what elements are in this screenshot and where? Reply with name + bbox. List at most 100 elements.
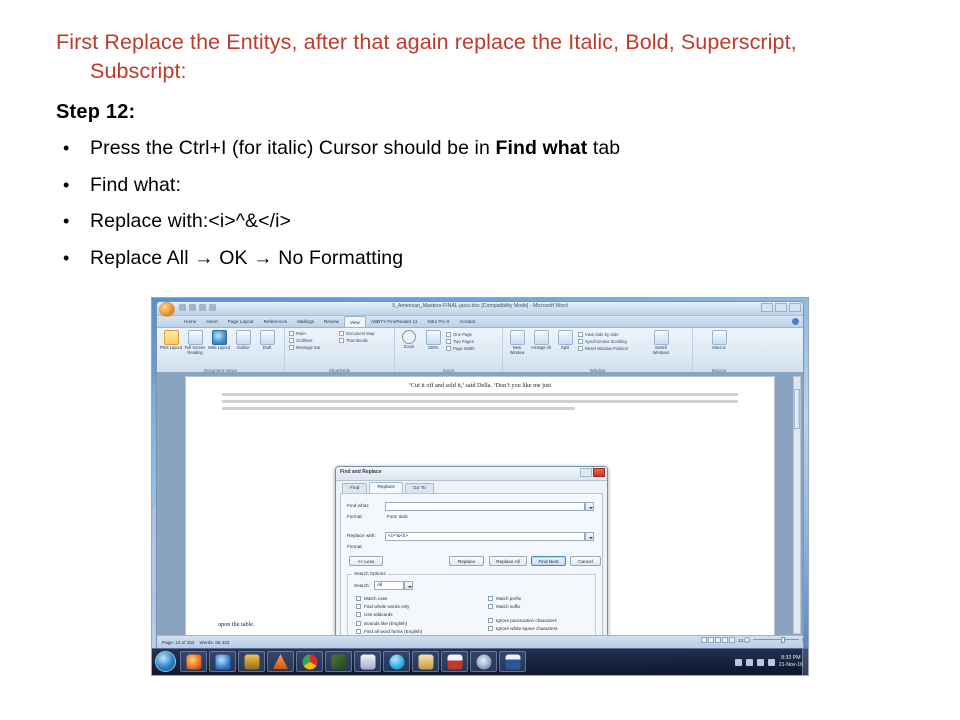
tab-replace[interactable]: Replace (369, 482, 403, 493)
button-full-screen-reading[interactable]: Full Screen Reading (184, 330, 206, 355)
button-one-page[interactable]: One Page (446, 332, 475, 337)
button-macros[interactable]: Macros (708, 330, 730, 351)
checkbox-match-case[interactable]: Match case (356, 596, 422, 601)
tab-insert[interactable]: Insert (201, 316, 223, 327)
start-button-icon[interactable] (155, 651, 176, 672)
search-select[interactable]: All (373, 581, 404, 590)
ignore-white-space-checkbox-icon[interactable] (488, 626, 493, 632)
thumbnails-checkbox-icon[interactable] (339, 338, 344, 343)
restore-icon[interactable] (775, 303, 787, 312)
match-prefix-checkbox-icon[interactable] (488, 596, 493, 601)
help-icon[interactable] (792, 318, 799, 325)
tray-usb-icon[interactable] (745, 658, 753, 666)
tab-acrobat[interactable]: Acrobat (454, 316, 480, 327)
tray-network-icon[interactable] (756, 658, 764, 666)
taskbar-acrobat-reader-icon[interactable] (441, 651, 468, 672)
taskbar-word-icon[interactable] (499, 651, 526, 672)
button-reset-window-position[interactable]: Reset Window Position (578, 346, 648, 351)
checkbox-message-bar[interactable]: Message Bar (289, 345, 321, 350)
taskbar-vlc-icon[interactable] (267, 651, 294, 672)
dialog-window-controls[interactable] (580, 468, 605, 477)
replace-button[interactable]: Replace (449, 556, 484, 566)
taskbar-skype-icon[interactable] (383, 651, 410, 672)
use-wildcards-checkbox-icon[interactable] (356, 612, 361, 618)
outline-view-icon[interactable] (722, 637, 729, 643)
button-two-pages[interactable]: Two Pages (446, 339, 475, 344)
taskbar-game-icon[interactable] (325, 651, 352, 672)
less-button[interactable]: << Less (349, 556, 383, 566)
tab-review[interactable]: Review (319, 316, 344, 327)
taskbar-notepad-icon[interactable] (354, 651, 381, 672)
taskbar-photo-viewer-icon[interactable] (412, 651, 439, 672)
checkbox-match-suffix[interactable]: Match suffix (488, 604, 558, 610)
cancel-button[interactable]: Cancel (570, 556, 601, 566)
find-what-dropdown-icon[interactable] (585, 502, 594, 511)
tab-nitro-pro[interactable]: Nitro Pro 8 (422, 316, 454, 327)
message-bar-checkbox-icon[interactable] (289, 345, 294, 350)
checkbox-find-all-word-forms[interactable]: Find all word forms (English) (356, 628, 422, 634)
button-synchronous-scrolling[interactable]: Synchronous Scrolling (578, 339, 648, 344)
show-desktop-button[interactable] (802, 649, 808, 675)
checkbox-document-map[interactable]: Document Map (339, 331, 374, 336)
checkbox-ignore-punctuation[interactable]: Ignore punctuation characters (488, 618, 558, 624)
button-outline[interactable]: Outline (232, 330, 254, 355)
zoom-in-icon[interactable]: + (802, 637, 803, 643)
replace-all-button[interactable]: Replace All (489, 556, 527, 566)
checkbox-sounds-like[interactable]: Sounds like (English) (356, 620, 422, 626)
web-layout-view-icon[interactable] (715, 637, 722, 643)
button-arrange-all[interactable]: Arrange All (530, 330, 552, 355)
button-page-width[interactable]: Page Width (446, 346, 475, 351)
zoom-slider-knob[interactable] (781, 637, 785, 643)
button-new-window[interactable]: New Window (506, 330, 528, 355)
window-controls[interactable] (761, 303, 801, 312)
button-split[interactable]: Split (554, 330, 576, 355)
button-draft[interactable]: Draft (256, 330, 278, 355)
taskbar-chrome-icon[interactable] (296, 651, 323, 672)
dialog-help-icon[interactable] (580, 468, 592, 477)
print-layout-view-icon[interactable] (701, 637, 708, 643)
checkbox-ruler[interactable]: Ruler (289, 331, 321, 336)
checkbox-ignore-white-space[interactable]: Ignore white-space characters (488, 626, 558, 632)
office-button-icon[interactable] (159, 302, 175, 317)
taskbar-internet-explorer-icon[interactable] (209, 651, 236, 672)
ruler-checkbox-icon[interactable] (289, 331, 294, 336)
tab-page-layout[interactable]: Page Layout (223, 316, 259, 327)
find-whole-words-only-checkbox-icon[interactable] (356, 604, 361, 610)
tray-show-hidden-icon[interactable] (734, 658, 742, 666)
find-what-input[interactable] (385, 502, 585, 511)
draft-view-icon[interactable] (729, 637, 736, 643)
view-buttons[interactable] (701, 637, 736, 643)
find-next-button[interactable]: Find Next (531, 556, 566, 566)
close-icon[interactable] (789, 303, 801, 312)
button-view-side-by-side[interactable]: View Side by Side (578, 332, 648, 337)
document-map-checkbox-icon[interactable] (339, 331, 344, 336)
tray-volume-icon[interactable] (767, 658, 775, 666)
checkbox-gridlines[interactable]: Gridlines (289, 338, 321, 343)
checkbox-match-prefix[interactable]: Match prefix (488, 596, 558, 601)
button-switch-windows[interactable]: Switch Windows (650, 330, 672, 355)
gridlines-checkbox-icon[interactable] (289, 338, 294, 343)
ignore-punctuation-checkbox-icon[interactable] (488, 618, 493, 624)
sounds-like-checkbox-icon[interactable] (356, 620, 361, 626)
scrollbar-thumb[interactable] (794, 389, 800, 429)
full-screen-view-icon[interactable] (708, 637, 715, 643)
tab-references[interactable]: References (259, 316, 293, 327)
match-suffix-checkbox-icon[interactable] (488, 604, 493, 610)
taskbar-dvd-player-icon[interactable] (470, 651, 497, 672)
zoom-out-icon[interactable]: - (744, 637, 750, 643)
replace-with-input[interactable]: <i>^&</i> (385, 532, 585, 541)
tab-abbyy-finereader[interactable]: ABBYY FineReader 11 (366, 316, 423, 327)
dialog-close-icon[interactable] (593, 468, 605, 477)
minimize-icon[interactable] (761, 303, 773, 312)
tab-view[interactable]: View (344, 316, 366, 327)
match-case-checkbox-icon[interactable] (356, 596, 361, 601)
checkbox-thumbnails[interactable]: Thumbnails (339, 338, 374, 343)
button-zoom-100[interactable]: 100% (422, 330, 444, 353)
button-web-layout[interactable]: Web Layout (208, 330, 230, 355)
button-print-layout[interactable]: Print Layout (160, 330, 182, 355)
search-select-dropdown-icon[interactable] (403, 581, 413, 590)
checkbox-find-whole-words-only[interactable]: Find whole words only (356, 604, 422, 610)
taskbar-firefox-icon[interactable] (180, 651, 207, 672)
button-zoom[interactable]: Zoom (398, 330, 420, 353)
taskbar-media-player-icon[interactable] (238, 651, 265, 672)
